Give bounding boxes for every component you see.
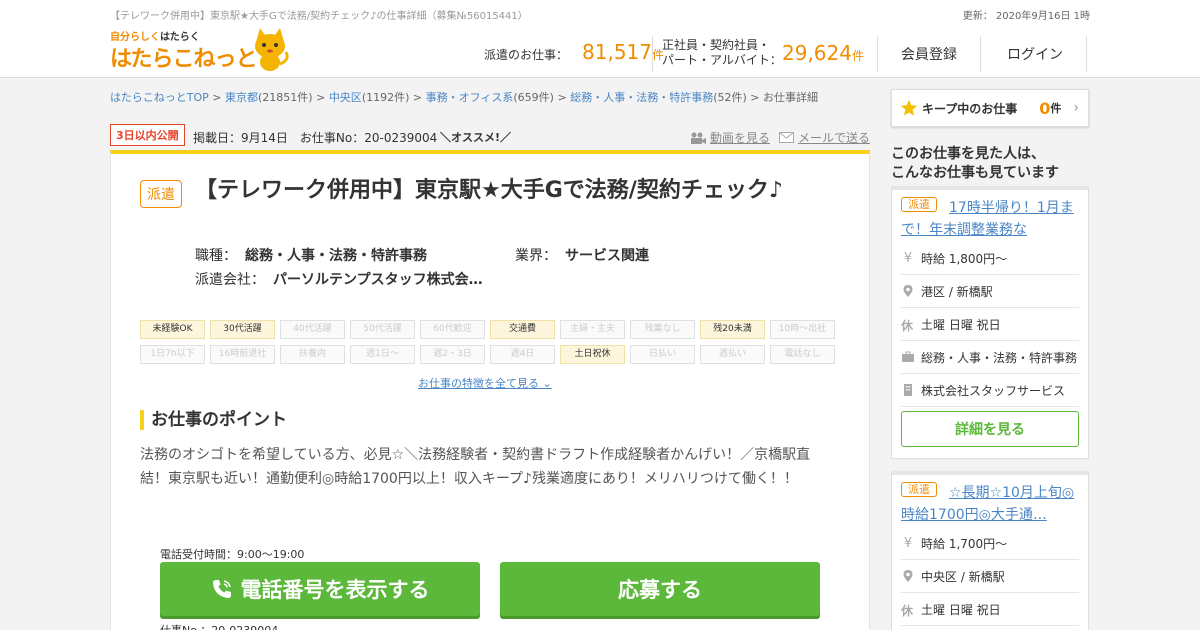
employment-type-badge: 派遣 xyxy=(901,482,937,497)
page-meta-title: 【テレワーク併用中】東京駅★大手Gで法務/契約チェック♪の仕事詳細（募集№560… xyxy=(110,11,528,22)
divider xyxy=(652,36,653,72)
register-link[interactable]: 会員登録 xyxy=(901,44,957,64)
related-jobs-heading: このお仕事を見た人は、 こんなお仕事も見ています xyxy=(891,146,1059,181)
section-title-points: お仕事のポイント xyxy=(140,410,287,430)
feature-tag: 土日祝休 xyxy=(560,345,625,364)
apply-button[interactable]: 応募する xyxy=(500,562,820,616)
feature-tag: 10時～出社 xyxy=(770,320,835,339)
breadcrumb-office[interactable]: 事務・オフィス系 xyxy=(426,91,514,104)
yen-icon: ¥ xyxy=(903,251,913,266)
feature-tag: 30代活躍 xyxy=(210,320,275,339)
building-icon xyxy=(904,384,912,396)
job-category: 職種： 総務・人事・法務・特許事務 xyxy=(195,248,427,264)
holiday-icon: 休 xyxy=(901,319,914,333)
feature-tag: 扶養内 xyxy=(280,345,345,364)
new-listing-badge: 3日以内公開 xyxy=(110,124,185,146)
company-row: 株式会社スタッフサービス xyxy=(901,374,1079,407)
feature-tag: 週2・3日 xyxy=(420,345,485,364)
kept-jobs-button[interactable]: キープ中のお仕事 0件 › xyxy=(891,89,1089,127)
mail-icon xyxy=(779,132,794,143)
feature-tag: 16時前退社 xyxy=(210,345,275,364)
map-pin-icon xyxy=(903,570,913,582)
feature-tag: 40代活躍 xyxy=(280,320,345,339)
video-link[interactable]: 動画を見る xyxy=(690,129,770,146)
feature-tag: 50代活躍 xyxy=(350,320,415,339)
industry: 業界： サービス関連 xyxy=(515,248,649,264)
breadcrumb-category[interactable]: 総務・人事・法務・特許事務 xyxy=(570,91,713,104)
posting-info: 掲載日：9月14日 お仕事No：20-0239004 xyxy=(193,131,438,145)
view-details-button[interactable]: 詳細を見る xyxy=(901,411,1079,447)
seishain-job-count: 正社員・契約社員・ パート・アルバイト： 29,624件 xyxy=(662,38,864,67)
holiday-row: 休土曜 日曜 祝日 xyxy=(901,593,1079,626)
divider xyxy=(877,36,878,72)
mail-link[interactable]: メールで送る xyxy=(779,129,870,146)
wage-row: ¥ 時給 1,700円～ xyxy=(901,527,1079,560)
feature-tag: 残20未満 xyxy=(700,320,765,339)
breadcrumb-chuo[interactable]: 中央区 xyxy=(329,91,362,104)
login-link[interactable]: ログイン xyxy=(1007,44,1063,64)
wage-row: ¥ 時給 1,800円～ xyxy=(901,242,1079,275)
feature-tag: 日払い xyxy=(630,345,695,364)
breadcrumb-tokyo[interactable]: 東京都 xyxy=(225,91,258,104)
divider xyxy=(1086,36,1087,72)
feature-tag: 未経験OK xyxy=(140,320,205,339)
related-job-card[interactable]: 17時半帰り！1月まで！年末調整業務な 派遣 ¥ 時給 1,800円～ 港区 / … xyxy=(891,186,1089,459)
location-row: 港区 / 新橋駅 xyxy=(901,275,1079,308)
feature-tag: 週払い xyxy=(700,345,765,364)
agency-company: 派遣会社： パーソルテンプスタッフ株式会… xyxy=(195,272,483,288)
show-all-features-link[interactable]: お仕事の特徴を全て見る ⌄ xyxy=(418,375,552,391)
phone-hours: 電話受付時間：9:00～19:00 xyxy=(160,548,305,561)
feature-tag: 主婦・主夫 xyxy=(560,320,625,339)
employment-type-badge: 派遣 xyxy=(901,197,937,212)
employment-type-badge: 派遣 xyxy=(140,180,182,208)
breadcrumb: はたらこねっとTOP > 東京都(21851件) > 中央区(1192件) > … xyxy=(110,91,819,104)
related-job-card[interactable]: ☆長期☆10月上旬◎時給1700円◎大手通… 派遣 ¥ 時給 1,700円～ 中央… xyxy=(891,471,1089,630)
job-title: 【テレワーク併用中】東京駅★大手Gで法務/契約チェック♪ xyxy=(195,178,783,203)
video-icon xyxy=(691,132,706,144)
location-row: 中央区 / 新橋駅 xyxy=(901,560,1079,593)
feature-tag: 60代歓迎 xyxy=(420,320,485,339)
show-phone-button[interactable]: 電話番号を表示する xyxy=(160,562,480,616)
breadcrumb-top[interactable]: はたらこねっとTOP xyxy=(110,91,209,104)
cat-mascot-icon xyxy=(255,28,289,71)
phone-icon xyxy=(212,580,231,598)
feature-tag: 残業なし xyxy=(630,320,695,339)
job-points-text: 法務のオシゴトを希望している方、必見☆＼法務経験者・契約書ドラフト作成経験者かん… xyxy=(140,447,811,487)
holiday-row: 休土曜 日曜 祝日 xyxy=(901,308,1079,341)
job-number: 仕事No.：20-0239004 xyxy=(160,622,278,630)
divider xyxy=(980,36,981,72)
recommend-label: ＼オススメ!／ xyxy=(440,131,512,144)
feature-tag: 週1日～ xyxy=(350,345,415,364)
chevron-right-icon: › xyxy=(1073,100,1080,116)
site-header: 【テレワーク併用中】東京駅★大手Gで法務/契約チェック♪の仕事詳細（募集№560… xyxy=(0,0,1200,78)
updated-date: 更新： 2020年9月16日 1時 xyxy=(962,11,1090,22)
feature-tag: 交通費 xyxy=(490,320,555,339)
site-logo[interactable]: 自分らしくはたらく はたらこねっと xyxy=(110,26,290,72)
haken-job-count: 派遣のお仕事： 81,517 件 xyxy=(484,40,665,64)
feature-tag: 週4日 xyxy=(490,345,555,364)
holiday-icon: 休 xyxy=(901,604,914,618)
briefcase-icon xyxy=(902,351,914,362)
feature-tag: 1日7h以下 xyxy=(140,345,205,364)
star-icon xyxy=(900,99,918,116)
feature-tag: 電話なし xyxy=(770,345,835,364)
yen-icon: ¥ xyxy=(903,536,913,551)
map-pin-icon xyxy=(903,285,913,297)
category-row: 総務・人事・法務・特許事務 xyxy=(901,341,1079,374)
logo-text: はたらこねっと xyxy=(110,47,258,72)
breadcrumb-current: お仕事詳細 xyxy=(763,91,819,104)
